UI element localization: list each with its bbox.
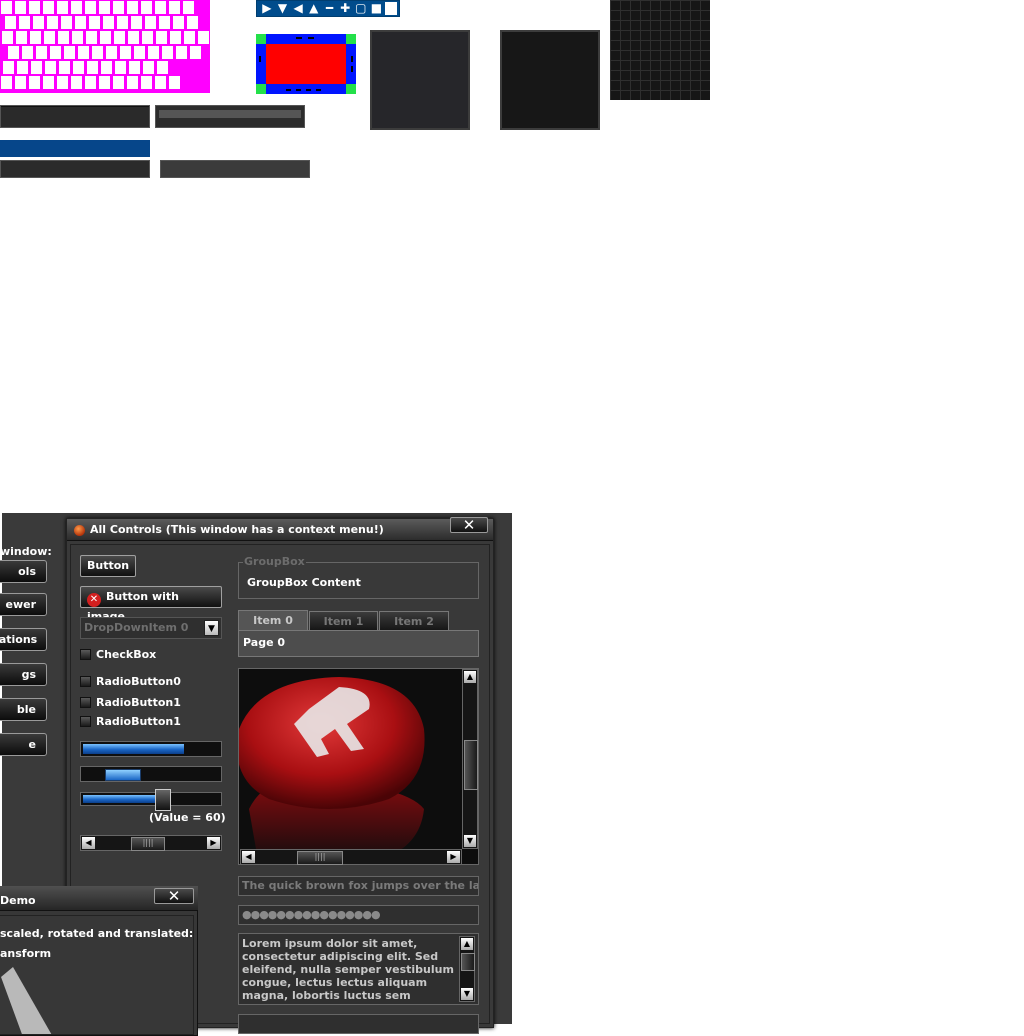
plus-icon: ✚ (340, 1, 351, 15)
scrollbar-thumb[interactable] (461, 953, 475, 971)
corner-marker (346, 34, 356, 44)
chevron-down-icon[interactable]: ▼ (204, 620, 219, 636)
sidebar-button-viewer[interactable]: ewer (0, 593, 47, 616)
scroll-right-icon[interactable]: ▶ (447, 851, 460, 863)
key-grid-texture (0, 0, 210, 93)
sidebar-button-more[interactable]: e (0, 733, 47, 756)
password-field[interactable]: ●●●●●●●●●●●●●●●● (238, 905, 479, 925)
checkbox[interactable] (80, 649, 91, 660)
grid-texture (610, 0, 710, 100)
image-viewer: R (238, 668, 479, 865)
demo-text-line-2: ansform (0, 947, 52, 960)
radio-label-0: RadioButton0 (96, 675, 181, 688)
window-orb-icon (74, 525, 85, 536)
error-icon: ✕ (87, 593, 101, 607)
scroll-left-icon[interactable]: ◀ (242, 851, 255, 863)
tab-page-label: Page 0 (243, 636, 286, 649)
radio-label-2: RadioButton1 (96, 715, 181, 728)
demo-close-button[interactable]: ✕ (154, 888, 194, 904)
bar-swatch (0, 160, 150, 178)
triangle-down-icon: ▼ (277, 1, 288, 15)
demo-text-line-1: scaled, rotated and translated: (0, 927, 194, 940)
dropdown[interactable]: DropDownItem 0 (80, 617, 222, 639)
tab-item-0[interactable]: Item 0 (238, 610, 308, 630)
nine-slice-center (266, 44, 346, 84)
triangle-up-icon: ▲ (309, 1, 319, 15)
checkbox-label: CheckBox (96, 648, 157, 661)
corner-marker (256, 84, 266, 94)
tab-item-2[interactable]: Item 2 (379, 611, 449, 631)
window-close-button[interactable]: ✕ (450, 517, 488, 533)
demo-title: Demo (0, 894, 36, 907)
bar-swatch (160, 160, 310, 178)
sidebar-button-table[interactable]: ble (0, 698, 47, 721)
scroll-right-icon[interactable]: ▶ (207, 837, 220, 849)
button[interactable]: Button (80, 555, 137, 577)
slider-knob[interactable] (155, 789, 171, 811)
scroll-up-icon[interactable]: ▲ (461, 938, 473, 950)
corner-marker (256, 34, 266, 44)
scrollbar-thumb[interactable]: |||| (131, 837, 165, 851)
arrow-icon-strip: ▶ ▼ ◀ ▲ ━ ✚ ▢ ■ (256, 0, 400, 17)
horizontal-scrollbar[interactable]: ◀ |||| ▶ (80, 835, 222, 851)
triangle-left-icon: ◀ (293, 1, 303, 15)
groupbox-content: GroupBox Content (247, 576, 361, 589)
progress-fill (83, 744, 184, 754)
bar-swatch (155, 105, 305, 128)
sidebar-button-tools[interactable]: ols (0, 560, 47, 583)
window-title: All Controls (This window has a context … (90, 523, 384, 536)
scroll-up-icon[interactable]: ▲ (464, 671, 476, 683)
radio-button-2[interactable] (80, 716, 91, 727)
multiline-text-area[interactable]: Lorem ipsum dolor sit amet, consectetur … (238, 933, 479, 1005)
red-logo-image: R (239, 677, 425, 864)
scrollbar-thumb[interactable] (464, 740, 478, 790)
button-with-image[interactable]: ✕Button with image (80, 586, 222, 623)
textarea-vertical-scrollbar[interactable]: ▲ ▼ (459, 936, 475, 1002)
sidebar-button-animations[interactable]: nations (0, 628, 47, 651)
scroll-left-icon[interactable]: ◀ (82, 837, 95, 849)
image-horizontal-scrollbar[interactable]: ◀ |||| ▶ (240, 849, 462, 865)
scrollbar-thumb[interactable]: |||| (297, 851, 343, 865)
tab-item-1[interactable]: Item 1 (309, 611, 378, 631)
text-edit-field[interactable]: The quick brown fox jumps over the lazy … (238, 876, 479, 896)
scrollbar-thumb[interactable] (105, 769, 141, 781)
progress-bar (80, 741, 222, 757)
radio-button-1[interactable] (80, 697, 91, 708)
slider-fill (83, 795, 163, 803)
list-box[interactable] (238, 1014, 479, 1034)
horizontal-scrollbar-blue[interactable] (80, 766, 222, 782)
white-swatch (385, 2, 397, 15)
image-vertical-scrollbar[interactable]: ▲ ▼ (462, 669, 478, 849)
radio-label-1: RadioButton1 (96, 696, 181, 709)
radio-button-0[interactable] (80, 676, 91, 687)
corner-marker (346, 84, 356, 94)
sidebar-label: window: (0, 545, 52, 558)
nine-slice-sample (256, 34, 356, 94)
close-icon: ✕ (167, 887, 181, 905)
triangle-right-icon: ▶ (262, 1, 272, 15)
black-panel-swatch (500, 30, 600, 130)
slider-value-label: (Value = 60) (149, 811, 226, 824)
square-outline-icon: ▢ (355, 1, 367, 15)
sidebar-button-settings[interactable]: gs (0, 663, 47, 686)
close-icon: ✕ (462, 516, 476, 534)
groupbox-title: GroupBox (243, 555, 306, 568)
slider[interactable] (80, 789, 222, 811)
minus-icon: ━ (325, 1, 334, 15)
scroll-down-icon[interactable]: ▼ (461, 988, 473, 1000)
square-filled-icon: ■ (370, 1, 383, 15)
bar-swatch (0, 105, 150, 128)
scroll-down-icon[interactable]: ▼ (464, 835, 476, 847)
blue-bar-swatch (0, 140, 150, 157)
dark-panel-swatch (370, 30, 470, 130)
